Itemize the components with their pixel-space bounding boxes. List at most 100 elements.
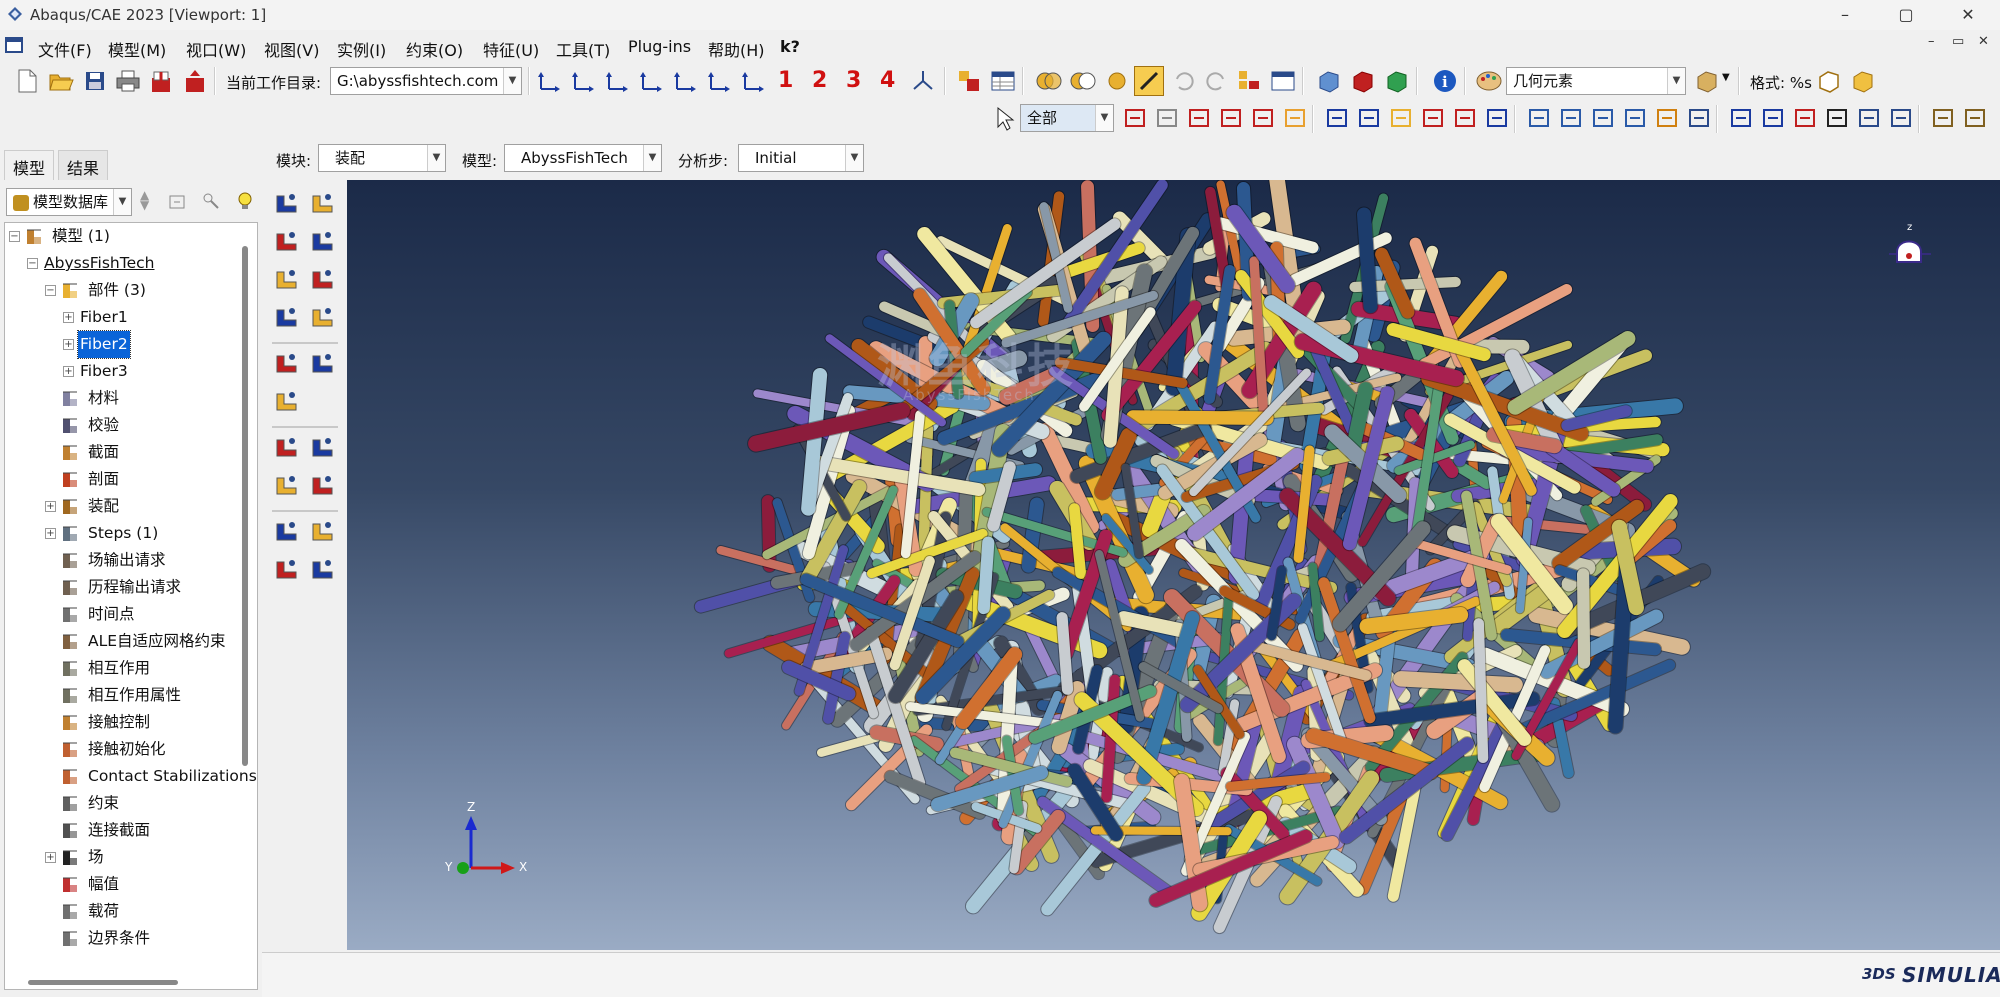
view-1-button[interactable]: 1 — [778, 68, 793, 93]
export-icon[interactable] — [180, 66, 210, 96]
pointer-icon[interactable] — [990, 103, 1020, 133]
expand-icon[interactable]: + — [45, 528, 56, 539]
tree-node[interactable]: + 场 — [5, 844, 257, 871]
tree-node[interactable]: ALE自适应网格约束 — [5, 628, 257, 655]
feature-table-icon[interactable] — [1268, 66, 1298, 96]
cube-outline-icon[interactable] — [1814, 66, 1844, 96]
menu-file[interactable]: 文件(F) — [38, 37, 92, 61]
boolean-cut-icon[interactable] — [1068, 66, 1098, 96]
collapse-icon[interactable]: − — [9, 231, 20, 242]
layout-2-icon[interactable] — [1556, 103, 1586, 133]
mdi-restore-button[interactable]: ▭ — [1952, 34, 1964, 49]
part-copy-icon[interactable] — [954, 66, 984, 96]
expand-icon[interactable]: + — [63, 339, 74, 350]
menu-tools[interactable]: 工具(T) — [556, 37, 610, 61]
tree-node[interactable]: 剖面 — [5, 466, 257, 493]
mdi-close-button[interactable]: ✕ — [1978, 34, 1989, 49]
wire-cube-icon[interactable] — [1348, 66, 1378, 96]
menu-viewport[interactable]: 视口(W) — [186, 37, 246, 61]
tree-node[interactable]: 约束 — [5, 790, 257, 817]
tree-node[interactable]: + Steps (1) — [5, 520, 257, 547]
tree-node[interactable]: − AbyssFishTech — [5, 250, 257, 277]
tree-node[interactable]: 历程输出请求 — [5, 574, 257, 601]
viewport-canvas[interactable]: 渊鱼科技 AbyssFishTech z Z Y X — [347, 180, 2000, 950]
pan-icon[interactable] — [1322, 103, 1352, 133]
select-copy-icon[interactable] — [1152, 103, 1182, 133]
zoom-icon[interactable] — [1386, 103, 1416, 133]
tree-node[interactable]: 材料 — [5, 385, 257, 412]
select-arrow-icon[interactable] — [1822, 103, 1852, 133]
tree-node[interactable]: − 部件 (3) — [5, 277, 257, 304]
model-combo[interactable]: AbyssFishTech ▼ — [504, 144, 662, 172]
triad-icon[interactable] — [308, 516, 338, 546]
tree-node[interactable]: 接触初始化 — [5, 736, 257, 763]
boolean-instance-icon[interactable] — [308, 302, 338, 332]
sort-arrows-icon[interactable]: ▲ ▼ — [140, 189, 149, 211]
geometry-filter-combo[interactable]: 几何元素 ▼ — [1506, 67, 1686, 95]
expand-icon[interactable]: + — [45, 852, 56, 863]
view-orientation-icon[interactable] — [602, 66, 632, 96]
mdi-minimize-button[interactable]: – — [1928, 34, 1935, 49]
model-database-combo[interactable]: 模型数据库 ▼ — [6, 188, 132, 216]
expand-icon[interactable]: + — [63, 366, 74, 377]
cube-solid-icon[interactable] — [1848, 66, 1878, 96]
view-orientation-icon[interactable] — [704, 66, 734, 96]
position-constraint-icon[interactable] — [272, 348, 302, 378]
view-4-button[interactable]: 4 — [880, 68, 895, 93]
tree-node[interactable]: 边界条件 — [5, 925, 257, 952]
undo-icon[interactable] — [1168, 66, 1198, 96]
info-icon[interactable]: i — [1430, 66, 1460, 96]
tab-model[interactable]: 模型 — [4, 150, 55, 180]
collapse-icon[interactable]: − — [27, 258, 38, 269]
axis-view-icon[interactable] — [908, 66, 938, 96]
chevron-down-icon[interactable]: ▼ — [1722, 72, 1730, 83]
menu-constraint[interactable]: 约束(O) — [406, 37, 463, 61]
view-orientation-icon[interactable] — [738, 66, 768, 96]
select-box-icon[interactable] — [1120, 103, 1150, 133]
collapse-icon[interactable]: − — [45, 285, 56, 296]
tree-node[interactable]: − 模型 (1) — [5, 223, 257, 250]
new-file-icon[interactable] — [12, 66, 42, 96]
view-3-button[interactable]: 3 — [846, 68, 861, 93]
tree-node[interactable]: 相互作用属性 — [5, 682, 257, 709]
edit-constraint-icon[interactable] — [272, 386, 302, 416]
tree-node[interactable]: 连接截面 — [5, 817, 257, 844]
workdir-combo[interactable]: G:\abyssfishtech.com ▼ — [330, 67, 522, 95]
shaded-cube-icon[interactable] — [1382, 66, 1412, 96]
layout-4-icon[interactable] — [1620, 103, 1650, 133]
lightbulb-icon[interactable] — [230, 186, 260, 216]
view-compass[interactable]: z — [1875, 222, 1955, 284]
menu-model[interactable]: 模型(M) — [108, 37, 166, 61]
tree-node[interactable]: Contact Stabilizations — [5, 763, 257, 790]
edit-icon[interactable] — [1134, 66, 1164, 96]
tree-node[interactable]: 校验 — [5, 412, 257, 439]
datum-plane-icon[interactable] — [272, 470, 302, 500]
radial-pattern-icon[interactable] — [272, 226, 302, 256]
menu-instance[interactable]: 实例(I) — [337, 37, 386, 61]
create-instance-icon[interactable] — [272, 188, 302, 218]
tree-node[interactable]: + Fiber3 — [5, 358, 257, 385]
tree-node[interactable]: 幅值 — [5, 871, 257, 898]
text-annotation-icon[interactable] — [1790, 103, 1820, 133]
boolean-union-icon[interactable] — [1034, 66, 1064, 96]
redo-icon[interactable] — [1202, 66, 1232, 96]
maximize-button[interactable]: ▢ — [1886, 2, 1926, 28]
linear-pattern-icon[interactable] — [308, 188, 338, 218]
coordinate-xyz-icon[interactable] — [272, 516, 302, 546]
save-icon[interactable] — [80, 66, 110, 96]
box-zoom-icon[interactable] — [1418, 103, 1448, 133]
tree-node[interactable]: 接触控制 — [5, 709, 257, 736]
view-2-button[interactable]: 2 — [812, 68, 827, 93]
datum-point-icon[interactable] — [272, 432, 302, 462]
tree-node[interactable]: 时间点 — [5, 601, 257, 628]
view-orientation-icon[interactable] — [670, 66, 700, 96]
selection-filter-combo[interactable]: 全部 ▼ — [1020, 104, 1114, 132]
context-help-button[interactable]: k? — [780, 37, 800, 56]
datum-edit-icon[interactable] — [272, 554, 302, 584]
feature-manager-icon[interactable] — [1234, 66, 1264, 96]
window-menu-icon[interactable] — [4, 36, 26, 56]
select-layer-icon[interactable] — [1184, 103, 1214, 133]
merge-cut-icon[interactable] — [272, 302, 302, 332]
view-table-icon[interactable] — [1684, 103, 1714, 133]
view-orientation-icon[interactable] — [636, 66, 666, 96]
